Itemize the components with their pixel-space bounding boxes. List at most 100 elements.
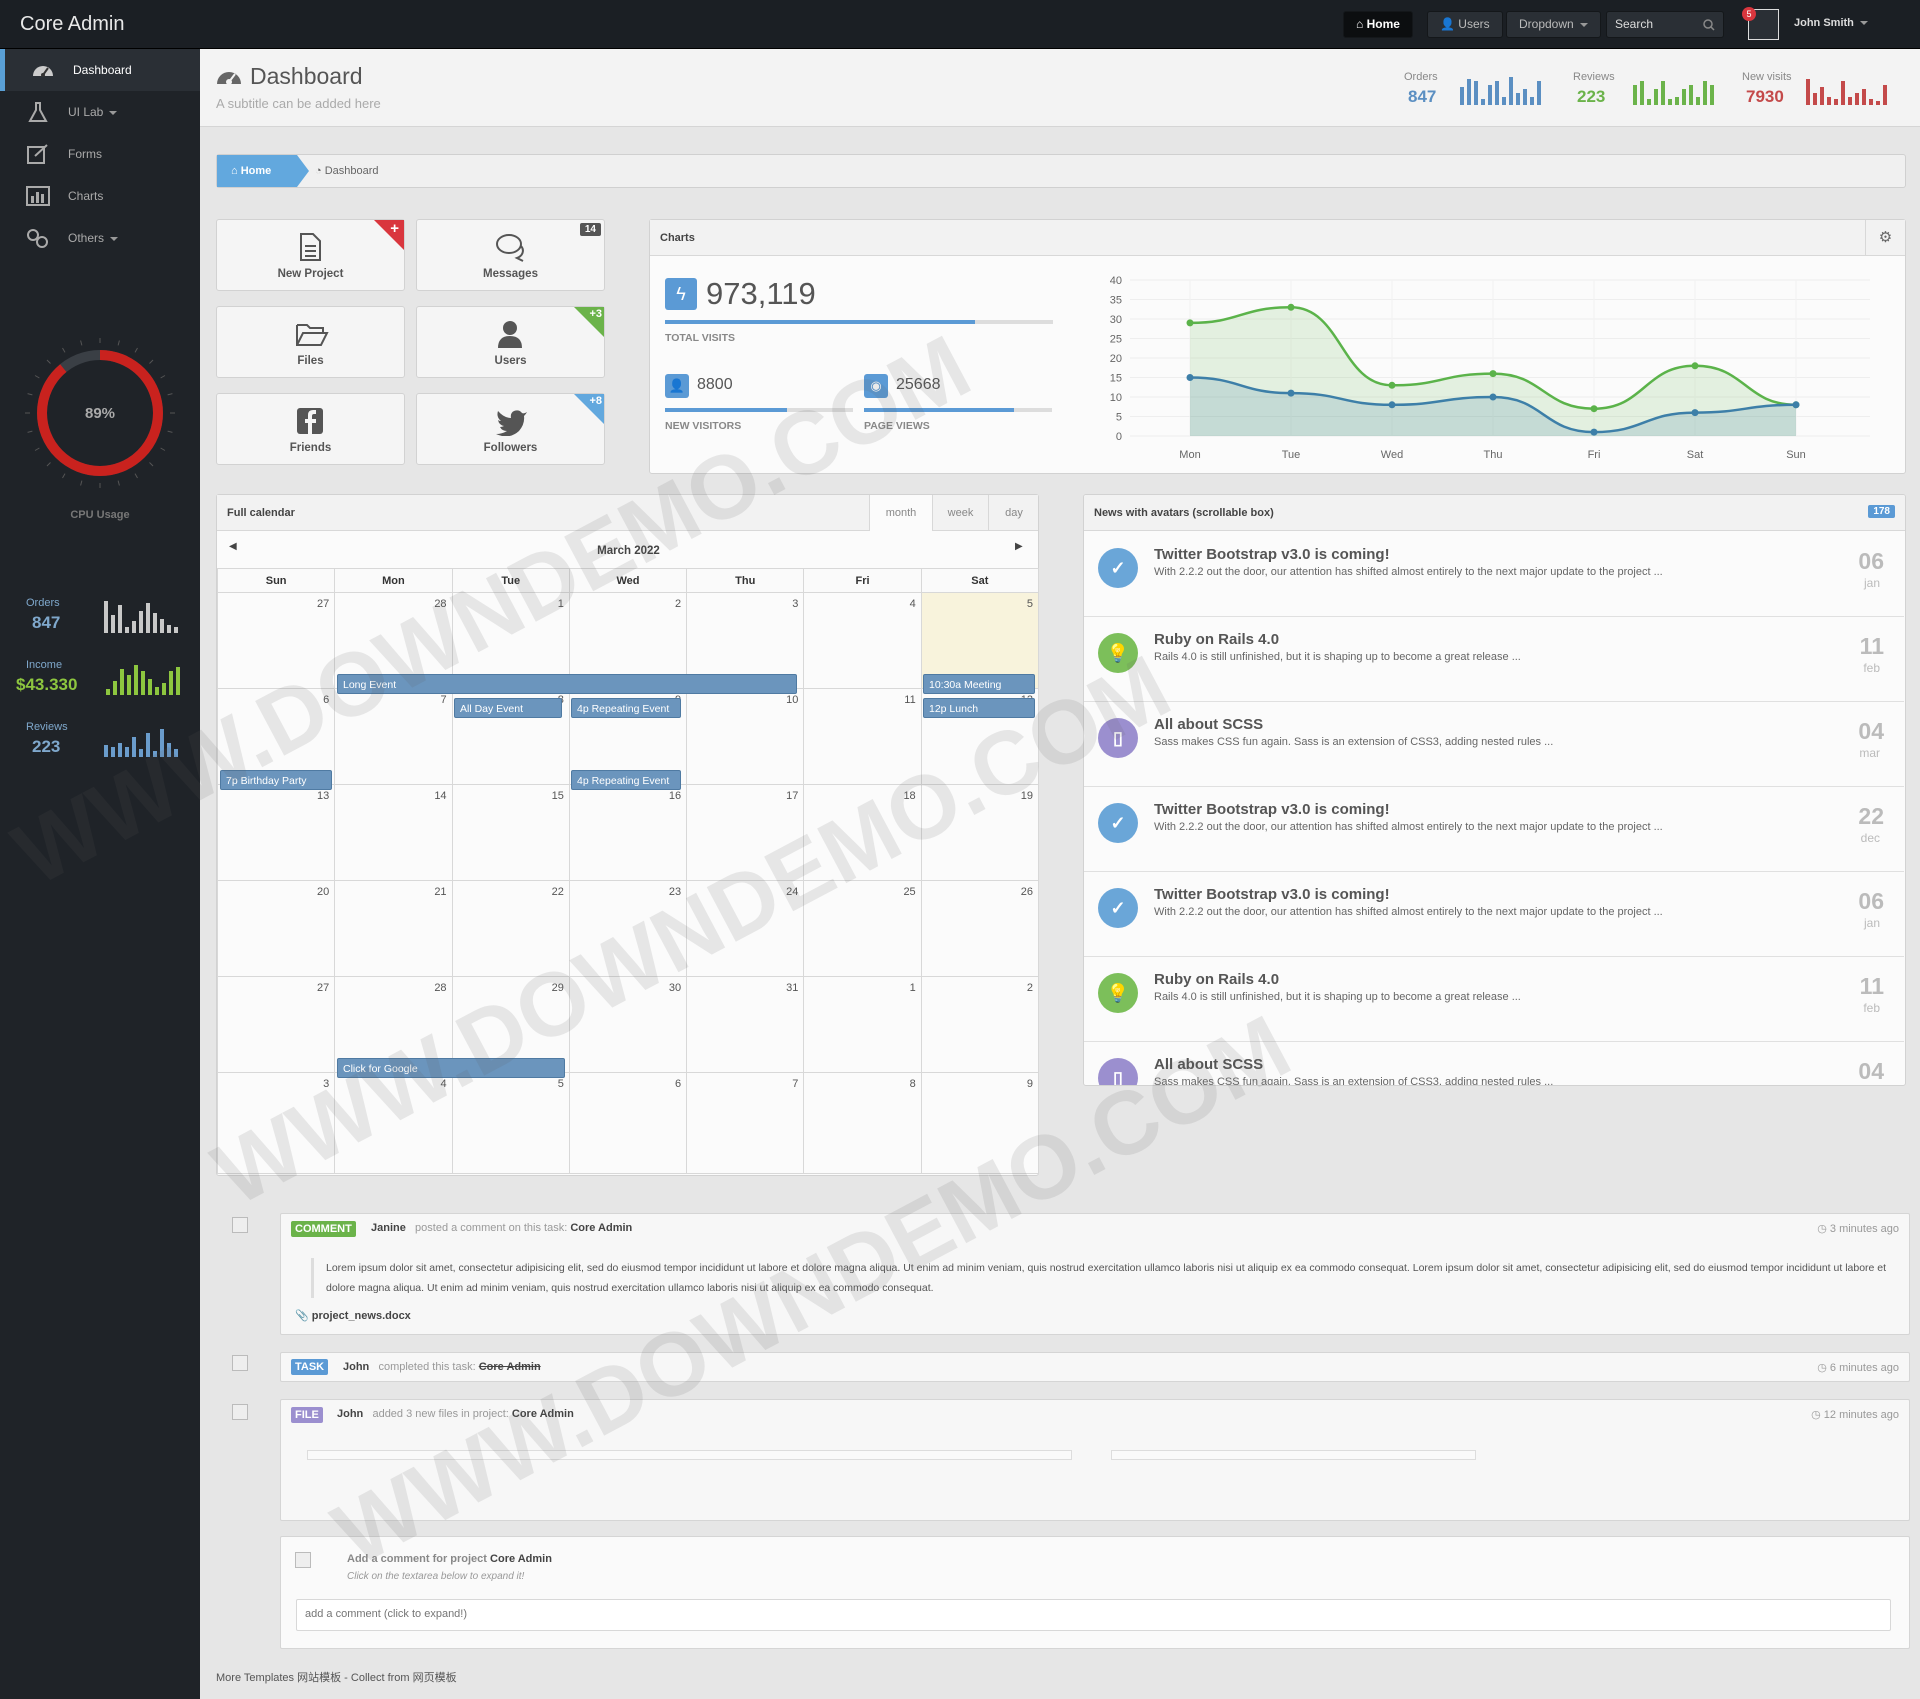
calendar-day-cell[interactable]: 10 <box>686 688 805 785</box>
news-title[interactable]: Ruby on Rails 4.0 <box>1154 971 1279 988</box>
calendar-day-cell[interactable]: 17 <box>686 784 805 881</box>
calendar-day-cell[interactable]: 3 <box>216 1072 336 1174</box>
calendar-day-cell[interactable]: 4 <box>334 1072 453 1174</box>
nav-home[interactable]: ⌂ Home <box>1343 11 1413 38</box>
calendar-day-cell[interactable]: 13 <box>216 784 336 881</box>
breadcrumb-home[interactable]: ⌂ Home <box>217 155 297 187</box>
tile-messages[interactable]: 14 Messages <box>416 219 605 291</box>
calendar-day-cell[interactable]: 18 <box>803 784 922 881</box>
search-icon[interactable] <box>1703 19 1715 31</box>
data-point[interactable] <box>1186 374 1194 381</box>
news-item[interactable]: ✓ Twitter Bootstrap v3.0 is coming! With 2… <box>1084 787 1904 872</box>
data-point[interactable] <box>1287 303 1295 311</box>
calendar-day-cell[interactable]: 1 <box>803 976 922 1073</box>
calendar-day-cell[interactable]: 4 <box>803 592 922 689</box>
calendar-day-cell[interactable]: 25 <box>803 880 922 977</box>
notification-badge[interactable]: 5 <box>1742 7 1756 21</box>
view-day-tab[interactable]: day <box>988 495 1039 531</box>
news-item[interactable]: ▯ All about SCSS Sass makes CSS fun again.… <box>1084 702 1904 787</box>
search-box[interactable]: Search <box>1606 11 1724 38</box>
calendar-day-cell[interactable]: 11 <box>803 688 922 785</box>
calendar-day-cell[interactable]: 9 <box>920 1072 1040 1174</box>
data-point[interactable] <box>1388 401 1396 409</box>
data-point[interactable] <box>1590 428 1598 436</box>
tile-users[interactable]: +3 Users <box>416 306 605 378</box>
sidebar-item-dashboard[interactable]: Dashboard <box>0 49 200 91</box>
calendar-day-cell[interactable]: 14 <box>334 784 453 881</box>
news-title[interactable]: Ruby on Rails 4.0 <box>1154 631 1279 648</box>
comment-textarea[interactable] <box>296 1599 1891 1631</box>
timeline-user[interactable]: John <box>343 1361 369 1373</box>
sidebar-item-forms[interactable]: Forms <box>0 133 200 175</box>
settings-button[interactable]: ⚙ <box>1865 220 1905 256</box>
data-point[interactable] <box>1388 381 1396 389</box>
calendar-day-cell[interactable]: 30 <box>568 976 688 1073</box>
view-week-tab[interactable]: week <box>932 495 988 531</box>
tile-new-project[interactable]: + New Project <box>216 219 405 291</box>
news-title[interactable]: All about SCSS <box>1154 716 1263 733</box>
tile-followers[interactable]: +8 Followers <box>416 393 605 465</box>
calendar-event[interactable]: All Day Event <box>454 698 562 718</box>
calendar-event[interactable]: 12p Lunch <box>923 698 1035 718</box>
app-title[interactable]: Core Admin <box>20 13 125 36</box>
data-point[interactable] <box>1489 370 1497 378</box>
timeline-user[interactable]: John <box>337 1408 363 1420</box>
calendar-day-cell[interactable]: 22 <box>451 880 570 977</box>
tile-files[interactable]: Files <box>216 306 405 378</box>
file-thumbnail[interactable] <box>307 1450 1072 1460</box>
calendar-event[interactable]: 7p Birthday Party <box>220 770 332 790</box>
tile-friends[interactable]: Friends <box>216 393 405 465</box>
file-thumbnail[interactable] <box>1111 1450 1476 1460</box>
next-month-button[interactable]: ▶ <box>1015 541 1023 552</box>
calendar-day-cell[interactable]: 20 <box>216 880 336 977</box>
calendar-day-cell[interactable]: 19 <box>920 784 1040 881</box>
calendar-day-cell[interactable]: 5 <box>451 1072 570 1174</box>
data-point[interactable] <box>1792 401 1800 409</box>
calendar-event[interactable]: Long Event <box>337 674 797 694</box>
calendar-day-cell[interactable]: 8 <box>803 1072 922 1174</box>
calendar-day-cell[interactable]: 7 <box>334 688 453 785</box>
attachment-link[interactable]: 📎 project_news.docx <box>295 1309 411 1322</box>
news-item[interactable]: 💡 Ruby on Rails 4.0 Rails 4.0 is still unf… <box>1084 617 1904 702</box>
calendar-day-cell[interactable]: 27 <box>216 592 336 689</box>
news-item[interactable]: ✓ Twitter Bootstrap v3.0 is coming! With 2… <box>1084 872 1904 957</box>
timeline-user[interactable]: Janine <box>371 1222 406 1234</box>
calendar-day-cell[interactable]: 6 <box>568 1072 688 1174</box>
news-list[interactable]: ✓ Twitter Bootstrap v3.0 is coming! With 2… <box>1084 532 1905 1085</box>
view-month-tab[interactable]: month <box>869 495 932 531</box>
calendar-day-cell[interactable]: 7 <box>686 1072 805 1174</box>
news-title[interactable]: All about SCSS <box>1154 1056 1263 1073</box>
calendar-day-cell[interactable]: 2 <box>920 976 1040 1073</box>
calendar-day-cell[interactable]: 21 <box>334 880 453 977</box>
calendar-day-cell[interactable]: 23 <box>568 880 688 977</box>
calendar-day-cell[interactable]: 31 <box>686 976 805 1073</box>
data-point[interactable] <box>1691 362 1699 370</box>
timeline-target[interactable]: Core Admin <box>570 1222 632 1234</box>
calendar-event[interactable]: 10:30a Meeting <box>923 674 1035 694</box>
news-item[interactable]: ✓ Twitter Bootstrap v3.0 is coming! With 2… <box>1084 532 1904 617</box>
calendar-day-cell[interactable]: 26 <box>920 880 1040 977</box>
sidebar-item-ui-lab[interactable]: UI Lab <box>0 91 200 133</box>
calendar-day-cell[interactable]: 27 <box>216 976 336 1073</box>
data-point[interactable] <box>1489 393 1497 401</box>
news-title[interactable]: Twitter Bootstrap v3.0 is coming! <box>1154 801 1390 818</box>
calendar-event[interactable]: 4p Repeating Event <box>571 698 681 718</box>
news-title[interactable]: Twitter Bootstrap v3.0 is coming! <box>1154 546 1390 563</box>
data-point[interactable] <box>1186 319 1194 327</box>
calendar-day-cell[interactable]: 16 <box>568 784 688 881</box>
data-point[interactable] <box>1691 409 1699 417</box>
calendar-event[interactable]: 4p Repeating Event <box>571 770 681 790</box>
nav-users[interactable]: 👤 Users <box>1427 11 1503 38</box>
sidebar-item-charts[interactable]: Charts <box>0 175 200 217</box>
news-item[interactable]: 💡 Ruby on Rails 4.0 Rails 4.0 is still unf… <box>1084 957 1904 1042</box>
timeline-target[interactable]: Core Admin <box>512 1408 574 1420</box>
user-menu[interactable]: John Smith <box>1794 17 1868 29</box>
data-point[interactable] <box>1287 389 1295 397</box>
nav-dropdown[interactable]: Dropdown <box>1506 11 1601 38</box>
calendar-event[interactable]: Click for Google <box>337 1058 565 1078</box>
sidebar-item-others[interactable]: Others <box>0 217 200 259</box>
calendar-day-cell[interactable]: 24 <box>686 880 805 977</box>
data-point[interactable] <box>1590 405 1598 413</box>
calendar-day-cell[interactable]: 15 <box>451 784 570 881</box>
news-title[interactable]: Twitter Bootstrap v3.0 is coming! <box>1154 886 1390 903</box>
